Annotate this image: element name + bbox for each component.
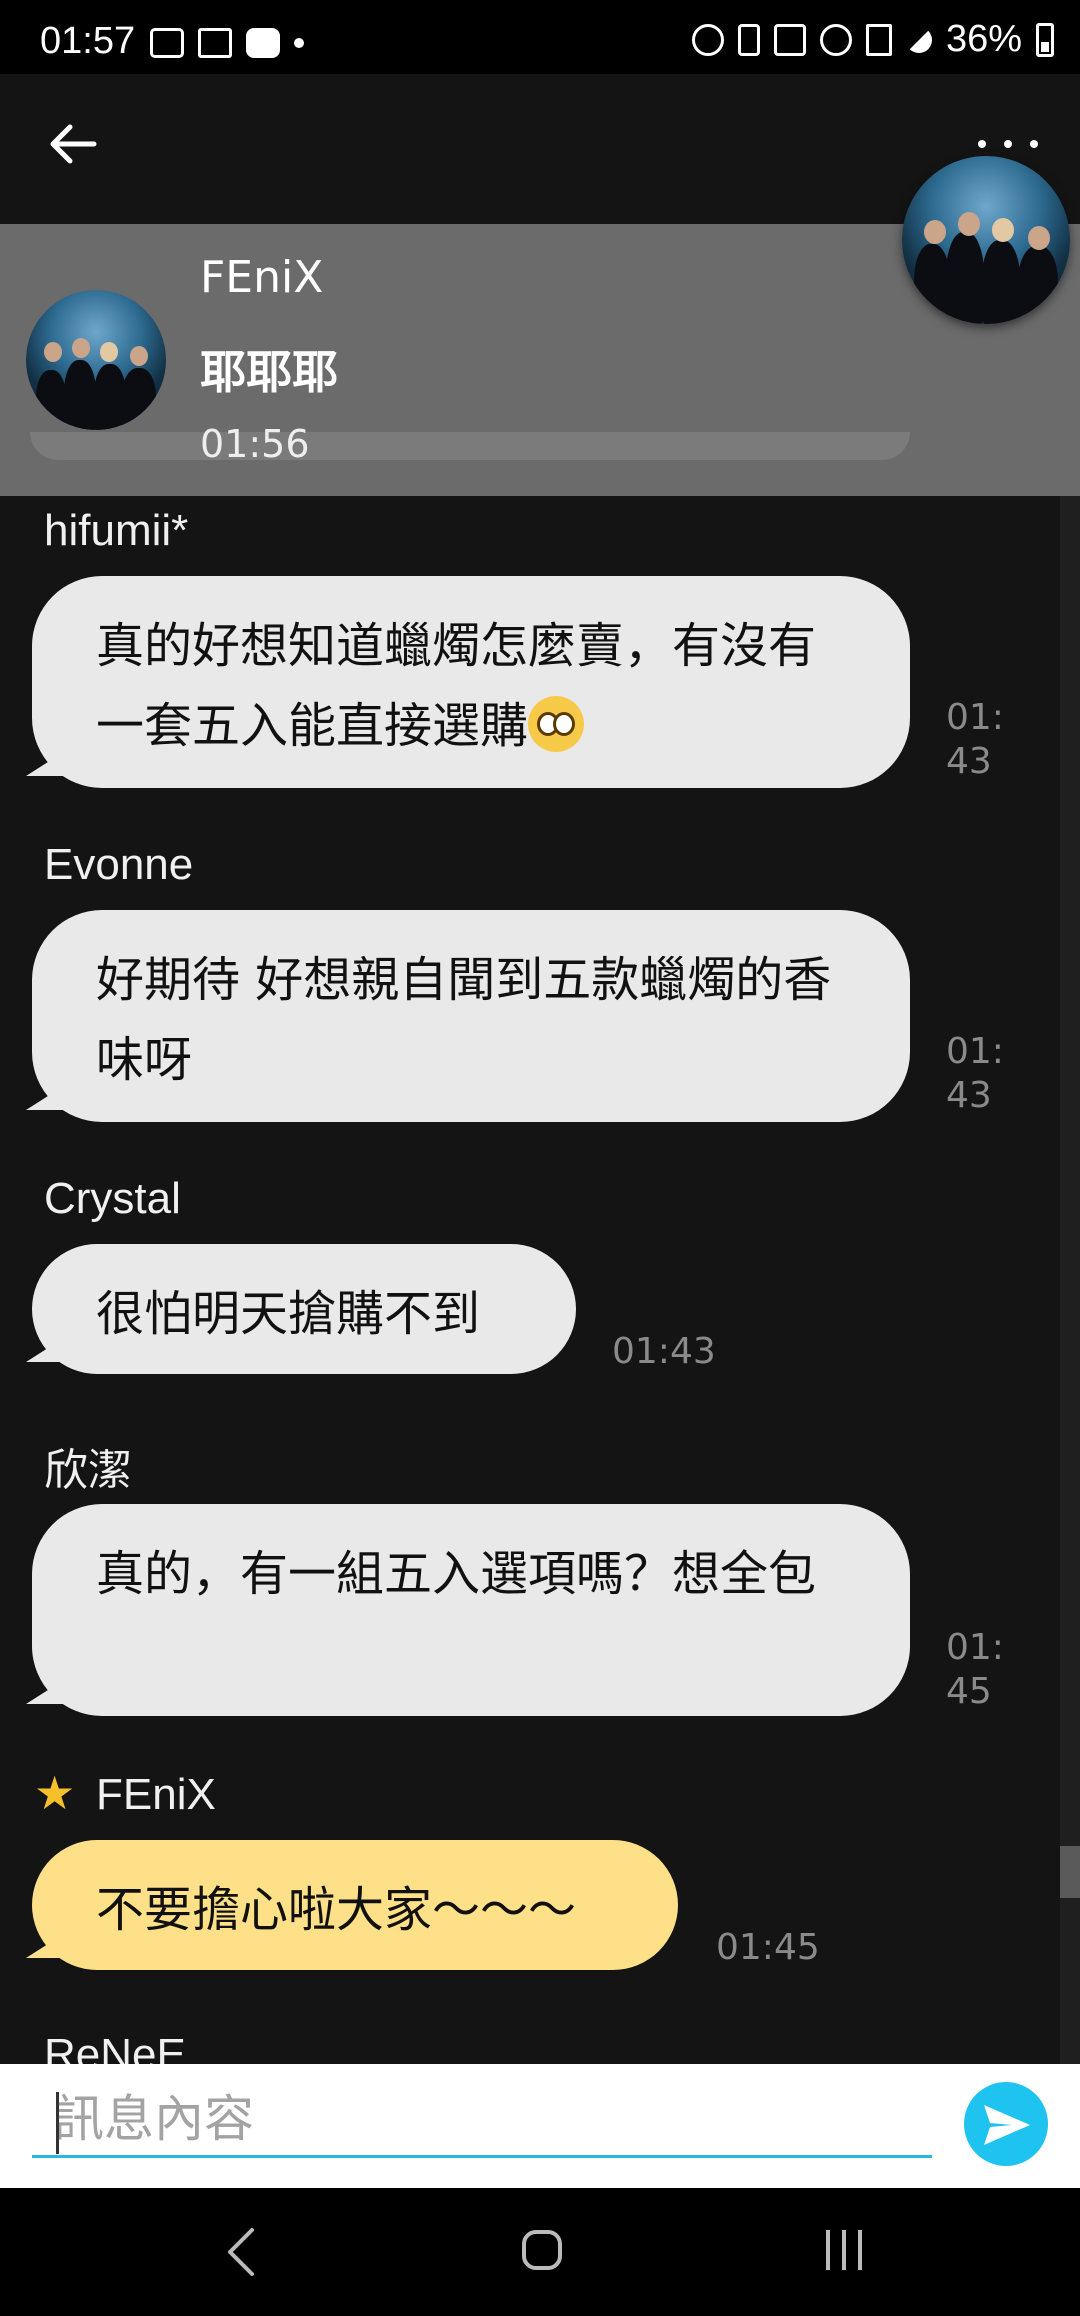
back-button[interactable]: [44, 114, 104, 174]
message-sender: Evonne: [44, 840, 194, 889]
message-bubble[interactable]: 真的好想知道蠟燭怎麼賣，有沒有一套五入能直接選購: [32, 576, 910, 788]
hotspot-icon: [819, 23, 852, 56]
message-text: 真的好想知道蠟燭怎麼賣，有沒有一套五入能直接選購: [96, 618, 817, 754]
message-sender: 欣潔: [44, 1446, 132, 1495]
gallery-icon: [150, 28, 184, 58]
chat-messages[interactable]: hifumii* 真的好想知道蠟燭怎麼賣，有沒有一套五入能直接選購 01: 43…: [0, 496, 1060, 2064]
pleading-face-emoji: [528, 696, 585, 752]
nav-home-icon[interactable]: [522, 2230, 562, 2270]
bluetooth-icon: [737, 23, 760, 56]
more-notifications-icon: [294, 38, 304, 48]
nav-back-icon[interactable]: [222, 2226, 262, 2278]
message-text: 很怕明天搶購不到: [96, 1286, 481, 1342]
battery-percent: 36%: [945, 18, 1022, 60]
pinned-message-time: 01:56: [200, 422, 310, 466]
message-sender: Crystal: [44, 1174, 181, 1223]
mute-icon: [773, 23, 806, 56]
more-options-button[interactable]: [978, 134, 1038, 154]
message-bubble-host[interactable]: 不要擔心啦大家～～～: [32, 1840, 678, 1970]
status-time: 01:57: [40, 20, 136, 62]
chat-scrollbar[interactable]: [1060, 496, 1080, 2064]
message-text: 不要擔心啦大家～～～: [96, 1882, 577, 1938]
chat-room-avatar[interactable]: [902, 156, 1070, 324]
message-time: 01:43: [612, 1331, 716, 1372]
app-k-icon: [246, 28, 280, 58]
message-time: 01: 45: [946, 1627, 1004, 1712]
system-icons: 36%: [691, 18, 1054, 61]
message-bubble[interactable]: 好期待 好想親自聞到五款蠟燭的香味呀: [32, 910, 910, 1122]
pinned-sender-name: FEniX: [200, 252, 324, 303]
system-navigation-bar: [0, 2188, 1080, 2316]
more-dot-icon: [978, 140, 986, 148]
message-time: 01:45: [716, 1927, 820, 1968]
status-bar: 01:57 36%: [0, 0, 1080, 74]
message-text: 好期待 好想親自聞到五款蠟燭的香味呀: [96, 952, 832, 1088]
message-input[interactable]: [32, 2082, 932, 2158]
notification-icons: [150, 26, 304, 60]
network-4g-icon: [865, 23, 892, 56]
scroll-thumb[interactable]: [1060, 1846, 1080, 1898]
message-input-bar: [0, 2064, 1080, 2188]
alarm-icon: [691, 23, 724, 56]
message-time: 01: 43: [946, 1031, 1004, 1116]
message-sender: FEniX: [96, 1770, 216, 1819]
send-icon: [984, 2105, 1030, 2145]
message-bubble[interactable]: 很怕明天搶購不到: [32, 1244, 576, 1374]
message-sender: ReNeE: [44, 2030, 186, 2064]
arrow-left-icon: [50, 124, 97, 164]
more-dot-icon: [1004, 140, 1012, 148]
nav-recents-icon[interactable]: [826, 2230, 862, 2270]
gmail-icon: [198, 28, 232, 58]
message-text: 真的，有一組五入選項嗎？想全包: [96, 1546, 817, 1602]
message-time: 01: 43: [946, 697, 1004, 782]
battery-icon: [1036, 22, 1054, 57]
text-cursor: [56, 2092, 59, 2154]
send-button[interactable]: [964, 2082, 1048, 2166]
message-bubble[interactable]: 真的，有一組五入選項嗎？想全包: [32, 1504, 910, 1716]
more-dot-icon: [1030, 140, 1038, 148]
pinned-bubble-edge: [30, 432, 910, 460]
pinned-sender-avatar: [26, 290, 166, 430]
star-icon: ★: [34, 1766, 76, 1820]
pinned-message-text: 耶耶耶: [200, 345, 338, 399]
signal-icon: [905, 26, 932, 53]
message-sender: hifumii*: [44, 506, 189, 555]
